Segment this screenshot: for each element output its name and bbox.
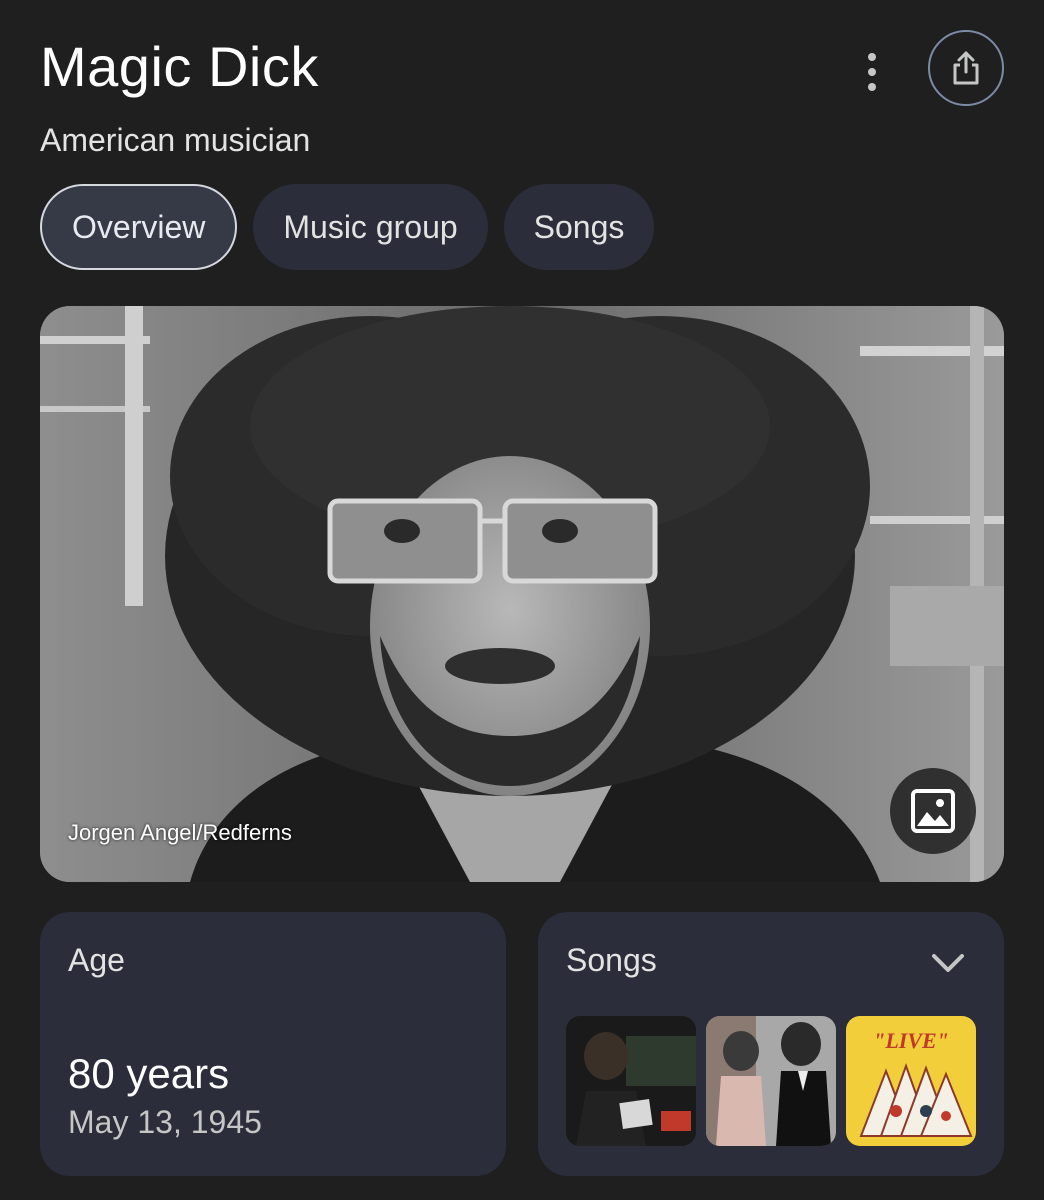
tab-songs[interactable]: Songs xyxy=(503,184,655,270)
entity-subtitle: American musician xyxy=(40,122,311,158)
tab-music-group[interactable]: Music group xyxy=(253,184,488,270)
more-vert-icon-dot xyxy=(868,83,876,91)
birth-date: May 13, 1945 xyxy=(68,1104,262,1140)
entity-photo[interactable]: Jorgen Angel/Redferns xyxy=(40,306,1004,882)
image-gallery-button[interactable] xyxy=(890,768,976,854)
song-thumbnail-3[interactable]: "LIVE" xyxy=(846,1016,976,1146)
song-thumbnail-2[interactable] xyxy=(706,1016,836,1146)
song-thumbnail-2-image xyxy=(706,1016,836,1146)
image-icon xyxy=(911,789,955,833)
more-options-button[interactable] xyxy=(852,46,892,98)
entity-title: Magic Dick xyxy=(40,35,319,98)
song-thumbnail-1[interactable] xyxy=(566,1016,696,1146)
tab-bar: Overview Music group Songs xyxy=(40,184,655,270)
song-thumbnail-3-image: "LIVE" xyxy=(846,1016,976,1146)
song-thumbnail-1-image xyxy=(566,1016,696,1146)
chevron-down-icon[interactable] xyxy=(928,948,968,980)
age-label: Age xyxy=(68,942,125,978)
songs-label: Songs xyxy=(566,942,657,978)
age-card[interactable]: Age 80 years May 13, 1945 xyxy=(40,912,506,1176)
age-value: 80 years xyxy=(68,1050,230,1097)
song-thumbnails: "LIVE" xyxy=(566,1016,976,1146)
share-icon xyxy=(953,51,979,85)
more-vert-icon-dot xyxy=(868,68,876,76)
live-album-text: "LIVE" xyxy=(873,1028,949,1053)
more-vert-icon xyxy=(868,53,876,61)
portrait-image xyxy=(40,306,1004,882)
photo-credit: Jorgen Angel/Redferns xyxy=(68,820,292,845)
songs-card[interactable]: Songs "LIVE" xyxy=(538,912,1004,1176)
tab-overview[interactable]: Overview xyxy=(40,184,238,270)
share-button[interactable] xyxy=(928,30,1004,106)
